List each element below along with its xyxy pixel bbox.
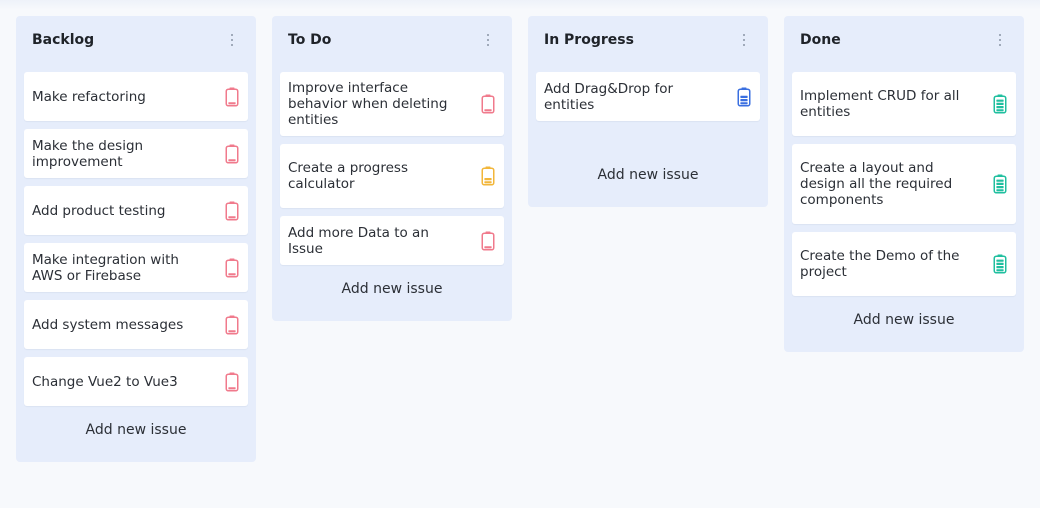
column-title: Backlog	[32, 32, 95, 48]
battery-low-icon	[224, 143, 240, 165]
issue-title: Make the design improvement	[32, 137, 144, 170]
battery-low-icon	[224, 314, 240, 336]
issue-title: Create the Demo of the project	[800, 248, 960, 280]
issue-title: Add system messages	[32, 316, 184, 333]
column-title: To Do	[288, 32, 332, 48]
issue-card[interactable]: Implement CRUD for all entities	[792, 72, 1016, 136]
issue-card[interactable]: Change Vue2 to Vue3	[24, 357, 248, 406]
issue-title: Make integration with AWS or Firebase	[32, 251, 179, 284]
kanban-board: Backlog Make refactoring Make the design…	[0, 0, 1040, 508]
battery-low-icon	[480, 93, 496, 115]
battery-low-icon	[224, 371, 240, 393]
issue-card[interactable]: Create a layout and design all the requi…	[792, 144, 1016, 224]
issue-card[interactable]: Make the design improvement	[24, 129, 248, 178]
issue-title: Add Drag&Drop for entities	[544, 80, 674, 113]
issue-card[interactable]: Add system messages	[24, 300, 248, 349]
issue-card[interactable]: Make refactoring	[24, 72, 248, 121]
column-title: Done	[800, 32, 841, 48]
issue-title: Create a layout and design all the requi…	[800, 160, 953, 208]
issue-card[interactable]: Add product testing	[24, 186, 248, 235]
issue-title: Improve interface behavior when deleting…	[288, 80, 448, 128]
battery-full-icon	[992, 173, 1008, 195]
issue-title: Implement CRUD for all entities	[800, 88, 960, 120]
add-new-issue-button[interactable]: Add new issue	[536, 151, 760, 199]
battery-medium-icon	[480, 165, 496, 187]
add-new-issue-button[interactable]: Add new issue	[24, 406, 248, 454]
issue-card[interactable]: Make integration with AWS or Firebase	[24, 243, 248, 292]
battery-high-icon	[736, 86, 752, 108]
card-list: Improve interface behavior when deleting…	[280, 72, 504, 265]
column-in-progress: In Progress Add Drag&Drop for entities A…	[528, 16, 768, 207]
issue-card[interactable]: Create the Demo of the project	[792, 232, 1016, 296]
issue-title: Add product testing	[32, 202, 166, 219]
issue-title: Make refactoring	[32, 88, 146, 105]
card-list: Implement CRUD for all entities Create a…	[792, 72, 1016, 296]
column-menu-icon[interactable]	[992, 30, 1008, 50]
issue-card[interactable]: Improve interface behavior when deleting…	[280, 72, 504, 136]
column-menu-icon[interactable]	[480, 30, 496, 50]
add-new-issue-button[interactable]: Add new issue	[280, 265, 504, 313]
column-header: In Progress	[536, 16, 760, 64]
issue-title: Change Vue2 to Vue3	[32, 373, 178, 390]
battery-low-icon	[224, 200, 240, 222]
add-new-issue-button[interactable]: Add new issue	[792, 296, 1016, 344]
battery-low-icon	[480, 230, 496, 252]
card-list: Add Drag&Drop for entities	[536, 72, 760, 121]
column-todo: To Do Improve interface behavior when de…	[272, 16, 512, 321]
issue-title: Create a progress calculator	[288, 160, 408, 192]
column-menu-icon[interactable]	[736, 30, 752, 50]
issue-card[interactable]: Add Drag&Drop for entities	[536, 72, 760, 121]
battery-low-icon	[224, 86, 240, 108]
issue-card[interactable]: Create a progress calculator	[280, 144, 504, 208]
issue-card[interactable]: Add more Data to an Issue	[280, 216, 504, 265]
battery-full-icon	[992, 93, 1008, 115]
column-header: To Do	[280, 16, 504, 64]
column-done: Done Implement CRUD for all entities Cre…	[784, 16, 1024, 352]
column-menu-icon[interactable]	[224, 30, 240, 50]
column-header: Backlog	[24, 16, 248, 64]
column-title: In Progress	[544, 32, 634, 48]
column-backlog: Backlog Make refactoring Make the design…	[16, 16, 256, 462]
battery-low-icon	[224, 257, 240, 279]
battery-full-icon	[992, 253, 1008, 275]
issue-title: Add more Data to an Issue	[288, 224, 429, 257]
card-list: Make refactoring Make the design improve…	[24, 72, 248, 406]
column-header: Done	[792, 16, 1016, 64]
